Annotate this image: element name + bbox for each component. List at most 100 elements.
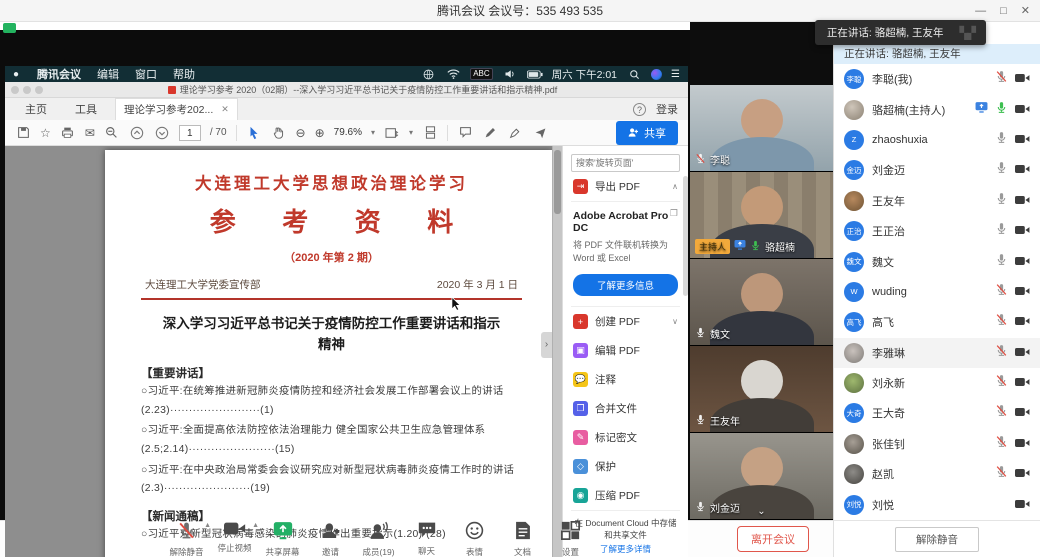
- participant-row-李聪(我)[interactable]: 李聪李聪(我): [834, 64, 1040, 94]
- document-scrollbar[interactable]: [552, 146, 562, 557]
- chat-button[interactable]: 聊天: [408, 521, 445, 557]
- traffic-lights[interactable]: [11, 86, 43, 94]
- siri-icon[interactable]: [651, 69, 662, 80]
- caret-up-icon[interactable]: ▲: [204, 522, 211, 529]
- participant-row-王正治[interactable]: 正治王正治: [834, 216, 1040, 246]
- learn-more-button[interactable]: 了解更多信息: [573, 274, 678, 296]
- scrolling-mode-icon[interactable]: [422, 125, 438, 141]
- tool-compress-pdf[interactable]: ◉压缩 PDF: [571, 481, 680, 510]
- participant-row-刘永新[interactable]: 刘永新: [834, 368, 1040, 398]
- unmute-button[interactable]: ▲解除静音: [168, 521, 205, 557]
- zoom-out-search-icon[interactable]: [104, 125, 120, 141]
- tool-export-pdf[interactable]: ⇥导出 PDF∧: [571, 172, 680, 201]
- acrobat-share-button[interactable]: 共享: [616, 121, 678, 145]
- sign-in-link[interactable]: 登录: [656, 101, 678, 117]
- stop-video-button[interactable]: ▲停止视频: [216, 521, 253, 557]
- participant-row-wuding[interactable]: Wwuding: [834, 277, 1040, 307]
- volume-icon[interactable]: [502, 66, 518, 82]
- video-tile-魏文[interactable]: 魏文: [690, 259, 833, 346]
- save-icon[interactable]: [15, 125, 31, 141]
- close-button[interactable]: ✕: [1021, 1, 1030, 21]
- unmute-panel-button[interactable]: 解除静音: [895, 527, 979, 552]
- page-up-icon[interactable]: [129, 125, 145, 141]
- docs-button[interactable]: 文档: [504, 521, 541, 557]
- video-tile-刘金迈[interactable]: 刘金迈⌄: [690, 433, 833, 520]
- page-down-icon[interactable]: [154, 125, 170, 141]
- settings-button[interactable]: 设置: [552, 521, 589, 557]
- caret-up-icon[interactable]: ▲: [252, 522, 259, 529]
- pdf-document-area[interactable]: 大连理工大学思想政治理论学习 参 考 资 料 （2020 年第 2 期） 大连理…: [5, 146, 562, 557]
- battery-icon[interactable]: [527, 66, 543, 82]
- tool-redact[interactable]: ✎标记密文: [571, 423, 680, 452]
- members-button[interactable]: 成员(19): [360, 521, 397, 557]
- hand-tool-icon[interactable]: [271, 125, 287, 141]
- input-source-icon[interactable]: ABC: [470, 68, 492, 80]
- tool-create-pdf[interactable]: +创建 PDF∨: [571, 307, 680, 336]
- fit-width-icon[interactable]: [384, 125, 400, 141]
- tab-document[interactable]: 理论学习参考202... ✕: [115, 98, 238, 120]
- star-icon[interactable]: ☆: [40, 126, 51, 140]
- comment-icon[interactable]: [457, 125, 473, 141]
- participant-row-李雅琳[interactable]: 李雅琳: [834, 338, 1040, 368]
- participant-row-王友年[interactable]: 王友年: [834, 186, 1040, 216]
- zoom-caret-icon[interactable]: ▾: [371, 128, 375, 137]
- tool-combine-files[interactable]: ❐合并文件: [571, 394, 680, 423]
- participant-name: 赵凯: [872, 466, 987, 482]
- mac-menu-窗口[interactable]: 窗口: [127, 69, 165, 81]
- participant-row-刘金迈[interactable]: 金迈刘金迈: [834, 155, 1040, 185]
- help-icon[interactable]: ?: [633, 103, 646, 116]
- invite-button[interactable]: 邀请: [312, 521, 349, 557]
- chevron-icon[interactable]: ∧: [672, 182, 678, 191]
- close-tab-icon[interactable]: ✕: [221, 104, 229, 115]
- wifi-icon[interactable]: [445, 66, 461, 82]
- emoji-button[interactable]: 表情: [456, 521, 493, 557]
- minimize-button[interactable]: —: [975, 1, 986, 21]
- select-cursor-icon[interactable]: [246, 125, 262, 141]
- participant-row-骆超楠(主持人)[interactable]: 骆超楠(主持人): [834, 94, 1040, 124]
- video-tile-李聪[interactable]: 李聪: [690, 85, 833, 172]
- zoom-level[interactable]: 79.6%: [334, 127, 362, 138]
- video-tile-骆超楠[interactable]: 主持人骆超楠: [690, 172, 833, 259]
- chevron-icon[interactable]: ∨: [672, 317, 678, 326]
- email-icon[interactable]: ✉: [85, 126, 95, 140]
- zoom-out-icon[interactable]: ⊖: [296, 126, 306, 140]
- globe-icon[interactable]: [420, 66, 436, 82]
- tool-protect[interactable]: ◇保护: [571, 452, 680, 481]
- spotlight-search-icon[interactable]: [626, 66, 642, 82]
- maximize-button[interactable]: □: [1000, 1, 1007, 21]
- tool-comment[interactable]: 💬注释: [571, 365, 680, 394]
- menubar-clock[interactable]: 周六 下午2:01: [552, 67, 617, 82]
- fill-sign-icon[interactable]: [507, 125, 523, 141]
- pencil-icon[interactable]: [482, 125, 498, 141]
- tools-search-input[interactable]: [571, 154, 680, 172]
- tab-tools[interactable]: 工具: [61, 98, 111, 120]
- tool-edit-pdf[interactable]: ▣编辑 PDF: [571, 336, 680, 365]
- leave-meeting-button[interactable]: 离开会议: [737, 526, 809, 552]
- mic-status-icon: [995, 374, 1008, 392]
- send-export-icon[interactable]: [532, 125, 548, 141]
- participant-row-zhaoshuxia[interactable]: Zzhaoshuxia: [834, 125, 1040, 155]
- participant-row-王大奇[interactable]: 大奇王大奇: [834, 398, 1040, 428]
- mac-menu-帮助[interactable]: 帮助: [165, 69, 203, 81]
- tools-panel-scrollbar[interactable]: [683, 176, 688, 296]
- panel-collapse-handle[interactable]: ›: [541, 332, 552, 358]
- notification-center-icon[interactable]: ☰: [671, 69, 680, 80]
- apple-menu-icon[interactable]: ●: [13, 69, 19, 80]
- mic-status-icon: [995, 131, 1008, 149]
- participant-row-高飞[interactable]: 高飞高飞: [834, 307, 1040, 337]
- collapse-strip-icon[interactable]: ⌄: [757, 506, 765, 517]
- mouse-cursor: [451, 296, 462, 316]
- zoom-in-icon[interactable]: ⊕: [315, 126, 325, 140]
- participant-row-刘悦[interactable]: 刘悦刘悦: [834, 489, 1040, 519]
- tab-home[interactable]: 主页: [11, 98, 61, 120]
- mac-menu-腾讯会议[interactable]: 腾讯会议: [29, 69, 89, 81]
- print-icon[interactable]: [60, 125, 76, 141]
- page-number-input[interactable]: 1: [179, 125, 201, 141]
- video-tile-王友年[interactable]: 王友年: [690, 346, 833, 433]
- participant-row-张佳钊[interactable]: 张佳钊: [834, 429, 1040, 459]
- participant-row-魏文[interactable]: 魏文魏文: [834, 246, 1040, 276]
- share-screen-button[interactable]: 共享屏幕: [264, 521, 301, 557]
- mac-menu-编辑[interactable]: 编辑: [89, 69, 127, 81]
- participants-list[interactable]: 李聪李聪(我)骆超楠(主持人)Zzhaoshuxia金迈刘金迈王友年正治王正治魏…: [834, 64, 1040, 520]
- participant-row-赵凯[interactable]: 赵凯: [834, 459, 1040, 489]
